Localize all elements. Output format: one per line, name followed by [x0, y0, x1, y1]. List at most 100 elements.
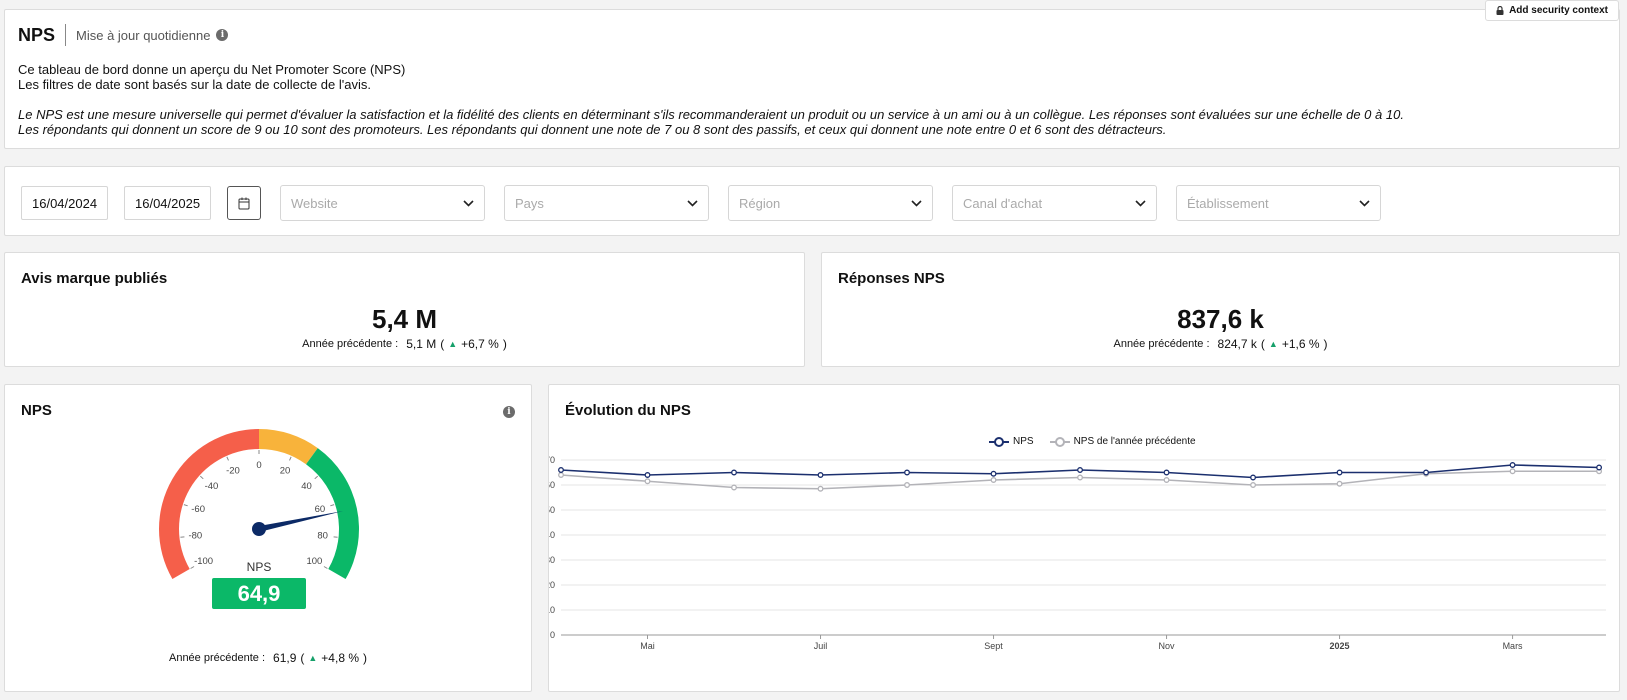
- page-title: NPS: [18, 24, 56, 45]
- kpi-responses-previous: Année précédente : 824,7 k ( ▲ +1,6 % ): [822, 337, 1619, 351]
- region-select[interactable]: Région: [728, 185, 933, 221]
- kpi-reviews-title: Avis marque publiés: [21, 270, 168, 287]
- y-tick-label: 0: [550, 630, 555, 640]
- nps-trend-card: Évolution du NPS NPS NPS de l'année préc…: [548, 384, 1620, 692]
- nps-explanation-line-2: Les répondants qui donnent un score de 9…: [18, 122, 1167, 137]
- title-divider: [65, 24, 67, 46]
- gauge-tick-label: -80: [188, 531, 202, 542]
- region-select-placeholder: Région: [739, 195, 781, 211]
- add-security-context-button[interactable]: Add security context: [1485, 0, 1619, 21]
- x-tick-label: Mai: [640, 641, 655, 651]
- header-panel: NPS Mise à jour quotidienne i Ce tableau…: [4, 0, 1620, 149]
- etablissement-select-placeholder: Établissement: [1187, 195, 1269, 211]
- change-percent: +1,6 %: [1281, 337, 1320, 351]
- nps-point: [644, 472, 651, 478]
- kpi-reviews-card: Avis marque publiés 5,4 M Année précéden…: [4, 252, 805, 367]
- previous-year-value: 61,9: [273, 651, 297, 665]
- gauge-label: NPS: [247, 560, 272, 574]
- kpi-reviews-previous: Année précédente : 5,1 M ( ▲ +6,7 % ): [5, 337, 804, 351]
- chevron-down-icon: [463, 199, 474, 207]
- kpi-reviews-value: 5,4 M: [371, 304, 438, 334]
- previous-year-point: [558, 472, 564, 478]
- description-line-2: Les filtres de date sont basés sur la da…: [18, 77, 371, 92]
- pays-select-placeholder: Pays: [515, 195, 544, 211]
- x-tick-label: Sept: [984, 641, 1003, 651]
- nps-explanation: Le NPS est une mesure universelle qui pe…: [18, 107, 1404, 137]
- kpi-responses-title: Réponses NPS: [838, 270, 945, 287]
- gauge-tick: [314, 475, 319, 480]
- chevron-down-icon: [1135, 199, 1146, 207]
- date-start-input[interactable]: 16/04/2024: [21, 186, 108, 220]
- gauge-tick-label: 40: [301, 481, 312, 492]
- previous-year-label: Année précédente :: [1113, 338, 1210, 350]
- update-frequency: Mise à jour quotidienne: [76, 27, 211, 43]
- nps-line-chart: 0 10 20 30 40 50 60 70 Mai Juil Sept Nov 2025 Mars: [549, 455, 1606, 651]
- change-percent: +6,7 %: [461, 337, 499, 351]
- gauge-tick-label: -40: [205, 481, 219, 492]
- etablissement-select[interactable]: Établissement: [1176, 185, 1381, 221]
- gauge-tick-label: -60: [191, 504, 205, 515]
- gauge-tick-label: 80: [317, 531, 328, 542]
- nps-explanation-line-1: Le NPS est une mesure universelle qui pe…: [18, 107, 1404, 122]
- nps-point: [817, 472, 824, 478]
- nps-point: [990, 470, 997, 477]
- website-select[interactable]: Website: [280, 185, 485, 221]
- chevron-down-icon: [1359, 199, 1370, 207]
- nps-point: [1163, 469, 1170, 476]
- change-percent: +4,8 %: [321, 651, 359, 665]
- previous-year-point: [904, 482, 910, 488]
- close-paren: ): [1323, 337, 1328, 351]
- y-tick-label: 50: [549, 505, 555, 515]
- canal-select-placeholder: Canal d'achat: [963, 195, 1043, 211]
- x-tick-label: 2025: [1330, 641, 1350, 651]
- trend-up-icon: ▲: [448, 339, 458, 349]
- gauge-tick: [330, 504, 335, 507]
- pays-select[interactable]: Pays: [504, 185, 709, 221]
- nps-point: [1509, 462, 1516, 468]
- chevron-down-icon: [687, 199, 698, 207]
- description-line-1: Ce tableau de bord donne un aperçu du Ne…: [18, 62, 406, 77]
- nps-point: [731, 469, 737, 476]
- gauge-needle: [258, 510, 344, 532]
- kpi-responses-card: Réponses NPS 837,6 k Année précédente : …: [821, 252, 1620, 367]
- previous-year-point: [644, 478, 651, 485]
- calendar-button[interactable]: [227, 186, 261, 220]
- gauge-tick: [323, 566, 328, 569]
- y-tick-label: 20: [549, 580, 555, 590]
- canal-achat-select[interactable]: Canal d'achat: [952, 185, 1157, 221]
- previous-year-value: 5,1 M: [406, 337, 437, 351]
- nps-gauge-card: NPS i -100 -80 -60 -40 -20 0 20 40 60 80 100 NPS 64,…: [4, 384, 532, 692]
- open-paren: (: [300, 651, 305, 665]
- previous-year-label: Année précédente :: [168, 652, 266, 664]
- security-button-label: Add security context: [1509, 5, 1608, 16]
- gauge-tick-label: 20: [280, 466, 291, 477]
- close-paren: ): [363, 651, 367, 665]
- gauge-passive-arc: [259, 429, 318, 465]
- close-paren: ): [502, 337, 507, 351]
- date-end-input[interactable]: 16/04/2025: [124, 186, 211, 220]
- open-paren: (: [1260, 337, 1265, 351]
- nps-point: [1336, 469, 1343, 476]
- gauge-tick-label: 100: [306, 556, 322, 567]
- previous-year-point: [1077, 474, 1083, 481]
- header-row: NPS Mise à jour quotidienne i: [18, 24, 229, 46]
- gauge-tick: [226, 456, 229, 461]
- gauge-needle-hub: [252, 522, 266, 536]
- previous-year-point: [1250, 482, 1257, 488]
- nps-point: [1077, 467, 1083, 473]
- calendar-icon: [238, 197, 250, 209]
- nps-point: [1250, 474, 1257, 481]
- open-paren: (: [440, 337, 445, 351]
- previous-year-point: [1163, 477, 1170, 483]
- info-icon[interactable]: i: [216, 29, 229, 41]
- gauge-tick: [289, 456, 292, 461]
- x-tick-label: Nov: [1159, 641, 1176, 651]
- kpi-responses-value: 837,6 k: [1177, 304, 1264, 334]
- nps-point: [904, 469, 910, 476]
- gauge-value: 64,9: [238, 581, 281, 606]
- y-tick-label: 10: [549, 605, 555, 615]
- gauge-tick: [199, 475, 204, 480]
- nps-point: [1596, 464, 1603, 471]
- gauge-tick-label: 0: [256, 460, 261, 471]
- previous-year-point: [731, 484, 737, 491]
